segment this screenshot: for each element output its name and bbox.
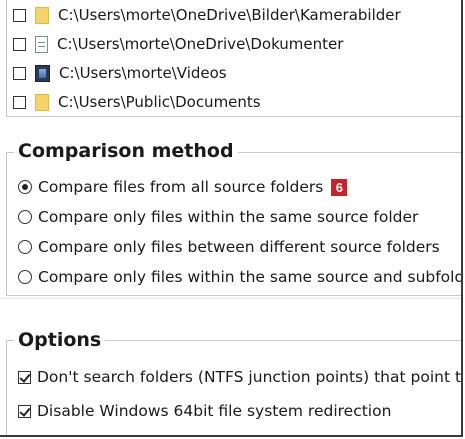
folder-path: C:\Users\morte\Videos <box>59 64 227 82</box>
radio-button[interactable] <box>18 210 32 224</box>
option-label: Compare only files between different sou… <box>38 238 440 256</box>
compare-same-source-and-subfolders-option[interactable]: Compare only files within the same sourc… <box>18 264 463 290</box>
duplicate-finder-dialog: C:\Users\morte\OneDrive\Bilder\Kamerabil… <box>0 0 463 437</box>
radio-button[interactable] <box>18 240 32 254</box>
option-checkbox[interactable] <box>18 404 31 418</box>
step-badge: 6 <box>331 178 348 196</box>
folder-icon <box>35 6 49 24</box>
compare-all-source-folders-option[interactable]: Compare files from all source folders 6 <box>18 174 348 200</box>
compare-same-source-folder-option[interactable]: Compare only files within the same sourc… <box>18 204 418 230</box>
list-item[interactable]: C:\Users\morte\OneDrive\Dokumenter <box>13 31 343 57</box>
comparison-method-title: Comparison method <box>14 140 238 162</box>
list-item[interactable]: C:\Users\morte\Videos <box>13 60 227 86</box>
list-item[interactable]: C:\Users\Public\Documents <box>13 89 261 115</box>
folder-icon <box>35 93 49 111</box>
folder-path: C:\Users\morte\OneDrive\Bilder\Kamerabil… <box>58 6 401 24</box>
option-label: Compare only files within the same sourc… <box>38 208 419 226</box>
list-item[interactable]: C:\Users\morte\OneDrive\Bilder\Kamerabil… <box>13 2 401 28</box>
folder-checkbox[interactable] <box>13 95 26 109</box>
skip-junction-points-option[interactable]: Don't search folders (NTFS junction poin… <box>18 364 462 390</box>
folder-path: C:\Users\morte\OneDrive\Dokumenter <box>57 35 344 53</box>
radio-button[interactable] <box>18 180 32 194</box>
option-label: Don't search folders (NTFS junction poin… <box>37 368 462 386</box>
folder-path: C:\Users\Public\Documents <box>58 93 261 111</box>
folder-checkbox[interactable] <box>13 66 26 80</box>
folder-checkbox[interactable] <box>13 37 26 51</box>
option-label: Disable Windows 64bit file system redire… <box>37 402 392 420</box>
option-checkbox[interactable] <box>18 370 31 384</box>
options-title: Options <box>14 329 106 351</box>
section-divider <box>0 298 461 299</box>
folder-checkbox[interactable] <box>13 8 26 22</box>
option-label: Compare files from all source folders <box>38 178 324 196</box>
radio-button[interactable] <box>18 270 32 284</box>
videos-icon <box>35 64 50 82</box>
source-folder-list[interactable]: C:\Users\morte\OneDrive\Bilder\Kamerabil… <box>6 0 461 117</box>
documents-icon <box>35 35 48 53</box>
compare-different-source-folders-option[interactable]: Compare only files between different sou… <box>18 234 440 260</box>
disable-fs-redirection-option[interactable]: Disable Windows 64bit file system redire… <box>18 398 391 424</box>
option-label: Compare only files within the same sourc… <box>38 268 463 286</box>
